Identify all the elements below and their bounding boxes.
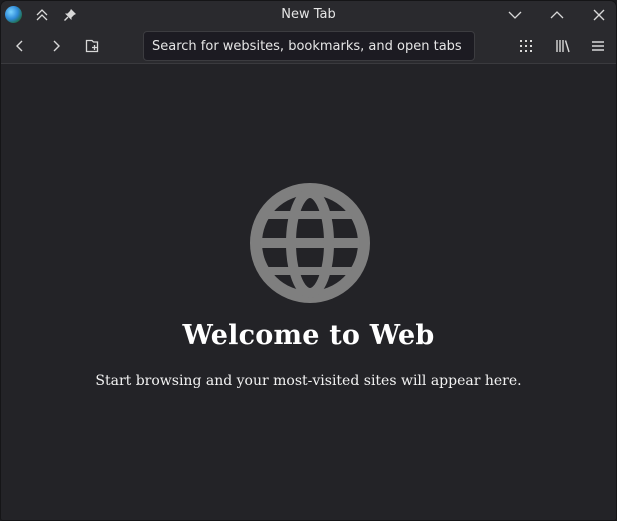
page-title: Welcome to Web [182, 320, 435, 351]
keep-above-icon[interactable] [30, 3, 54, 27]
new-tab-page: Welcome to Web Start browsing and your m… [1, 64, 616, 520]
close-icon[interactable] [587, 3, 611, 27]
navigation-toolbar [1, 29, 616, 64]
new-tab-icon[interactable] [79, 34, 105, 58]
grid-icon[interactable] [513, 34, 539, 58]
chevron-left-icon[interactable] [7, 34, 33, 58]
pin-icon[interactable] [58, 3, 82, 27]
minimize-icon[interactable] [503, 3, 527, 27]
url-search-input[interactable] [143, 31, 475, 61]
chevron-right-icon[interactable] [43, 34, 69, 58]
library-icon[interactable] [550, 34, 576, 58]
page-subtitle: Start browsing and your most-visited sit… [95, 373, 522, 389]
globe-icon [250, 183, 370, 303]
browser-window: New Tab Search for websites, bookmarks, … [0, 0, 617, 521]
hamburger-menu-icon[interactable] [585, 34, 611, 58]
title-bar[interactable]: New Tab [1, 1, 616, 29]
globe-app-icon[interactable] [5, 6, 22, 23]
maximize-icon[interactable] [545, 3, 569, 27]
